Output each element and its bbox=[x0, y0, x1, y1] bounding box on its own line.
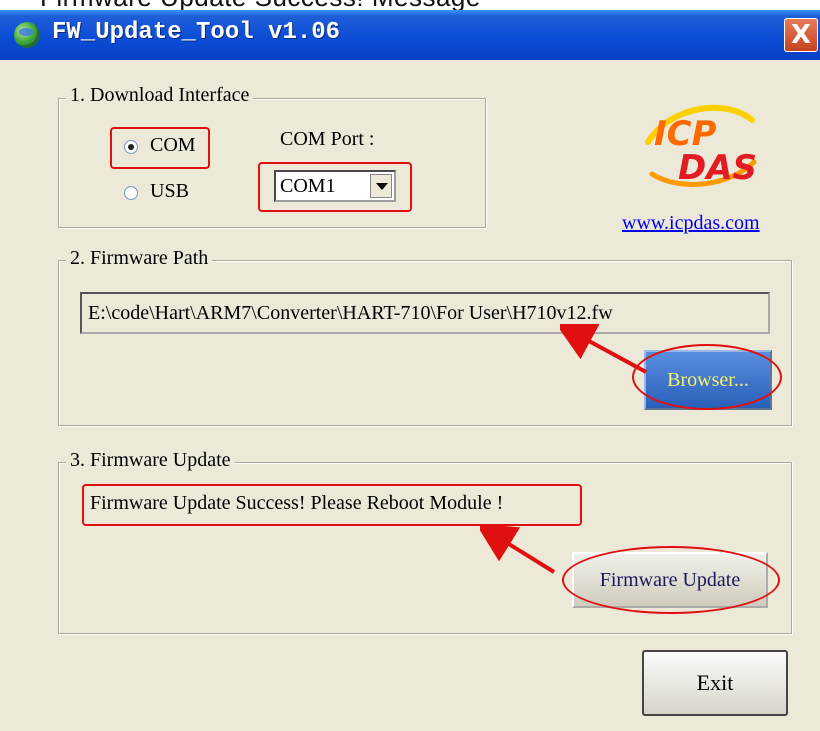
close-icon: X bbox=[790, 20, 812, 50]
radio-usb-label: USB bbox=[150, 180, 189, 202]
radio-com-label: COM bbox=[150, 134, 196, 156]
app-globe-icon bbox=[14, 22, 40, 48]
update-status-text: Firmware Update Success! Please Reboot M… bbox=[90, 492, 504, 514]
radio-usb[interactable] bbox=[124, 186, 138, 200]
firmware-path-legend: 2. Firmware Path bbox=[66, 247, 213, 270]
update-highlight-ellipse bbox=[562, 546, 780, 614]
com-port-select[interactable]: COM1 bbox=[274, 170, 396, 202]
radio-selected-dot bbox=[128, 144, 134, 150]
logo-text-das: DAS bbox=[678, 148, 758, 188]
firmware-path-input[interactable]: E:\code\Hart\ARM7\Converter\HART-710\For… bbox=[80, 292, 770, 334]
arrow-to-status-icon bbox=[480, 526, 556, 574]
arrow-to-path-icon bbox=[560, 324, 647, 374]
website-link[interactable]: www.icpdas.com bbox=[622, 212, 760, 235]
exit-button[interactable]: Exit bbox=[642, 650, 788, 716]
chevron-down-icon[interactable] bbox=[370, 174, 392, 198]
title-bar[interactable]: FW_Update_Tool v1.06 X bbox=[0, 10, 820, 60]
firmware-update-legend: 3. Firmware Update bbox=[66, 449, 235, 472]
radio-com[interactable] bbox=[124, 140, 138, 154]
download-interface-legend: 1. Download Interface bbox=[66, 84, 254, 107]
close-button[interactable]: X bbox=[784, 18, 818, 52]
app-window: FW_Update_Tool v1.06 X 1. Download Inter… bbox=[0, 10, 820, 731]
window-title: FW_Update_Tool v1.06 bbox=[52, 19, 341, 46]
com-port-label: COM Port : bbox=[280, 128, 375, 150]
com-port-value: COM1 bbox=[280, 175, 336, 197]
